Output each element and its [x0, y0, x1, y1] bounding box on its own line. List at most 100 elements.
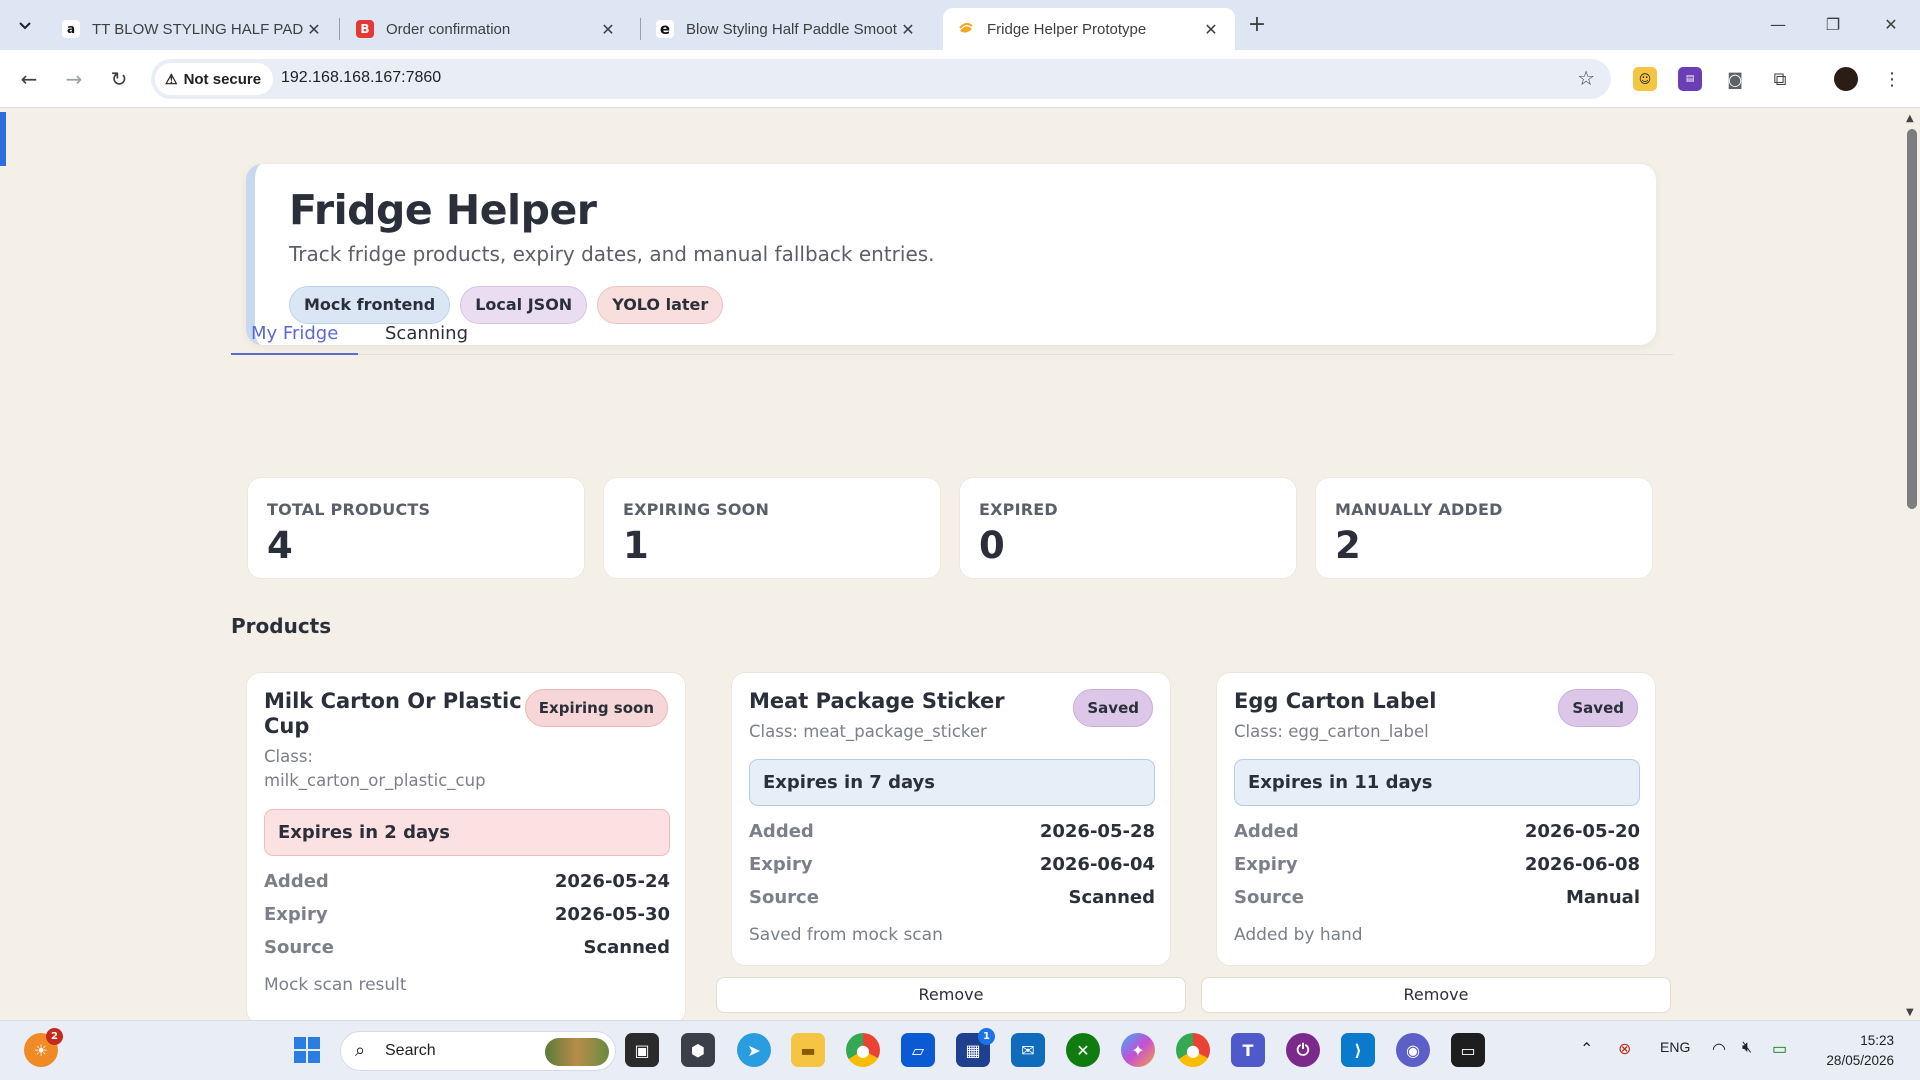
vscode-icon[interactable]: ⟩ — [1341, 1033, 1375, 1067]
tab-my-fridge[interactable]: My Fridge — [231, 323, 359, 355]
wifi-icon[interactable]: ◠ — [1712, 1039, 1726, 1059]
search-icon: ⌕ — [355, 1040, 366, 1061]
info-value: Scanned — [583, 937, 670, 958]
minimize-icon[interactable]: — — [1763, 12, 1793, 38]
scrollbar-thumb[interactable] — [1907, 129, 1917, 509]
app-cube-icon[interactable]: ⬢ — [681, 1033, 715, 1067]
terminal-icon[interactable]: ▭ — [1451, 1033, 1485, 1067]
info-row: Expiry 2026-06-08 — [1234, 854, 1640, 880]
stat-value: 2 — [1335, 524, 1361, 567]
new-tab-icon[interactable]: + — [1243, 12, 1271, 40]
info-row: Expiry 2026-05-30 — [264, 904, 670, 930]
info-row: Added 2026-05-24 — [264, 871, 670, 897]
camera-icon[interactable]: ◙ — [1723, 67, 1747, 91]
file-explorer-icon[interactable]: ▬ — [791, 1033, 825, 1067]
info-row: Expiry 2026-06-04 — [749, 854, 1155, 880]
bookmark-star-icon[interactable]: ☆ — [1577, 66, 1595, 90]
info-row: Source Scanned — [749, 887, 1155, 913]
product-class: Class: meat_package_sticker — [749, 722, 987, 741]
close-tab-icon[interactable]: ✕ — [1201, 20, 1221, 39]
browser-tab[interactable]: e Blow Styling Half Paddle Smoot ✕ — [642, 8, 932, 50]
remove-button[interactable]: Remove — [1201, 977, 1671, 1013]
scroll-up-icon[interactable]: ▲ — [1906, 113, 1914, 124]
product-class-value: milk_carton_or_plastic_cup — [264, 771, 486, 790]
stat-value: 0 — [979, 524, 1005, 567]
start-icon[interactable] — [290, 1033, 324, 1067]
view-tabs: My Fridge Scanning — [231, 315, 1673, 355]
xbox-icon[interactable]: ✕ — [1066, 1033, 1100, 1067]
search-highlight-image — [545, 1038, 609, 1066]
stat-label: TOTAL PRODUCTS — [267, 500, 431, 519]
chat-app-icon[interactable]: ◉ — [1396, 1033, 1430, 1067]
chrome-icon[interactable]: ● — [846, 1033, 880, 1067]
browser-tab-active[interactable]: Fridge Helper Prototype ✕ — [943, 8, 1235, 50]
product-class-label: Class: — [264, 747, 313, 766]
volume-muted-icon[interactable]: 🔇︎ — [1742, 1039, 1752, 1057]
info-row: Added 2026-05-28 — [749, 821, 1155, 847]
stat-card-total: TOTAL PRODUCTS 4 — [247, 477, 585, 579]
teams-icon[interactable]: T — [1231, 1033, 1265, 1067]
address-bar[interactable]: ⚠ Not secure 192.168.168.167:7860 ☆ — [151, 59, 1611, 99]
profile-avatar[interactable] — [1834, 67, 1858, 91]
notification-badge: 2 — [46, 1028, 63, 1045]
info-key: Expiry — [264, 904, 328, 925]
windows-taskbar: ☀ 2 ⌕ Search ▣ ⬢ ➤ ▬ ● ▱ ▦ 1 ✉ ✕ ✦ ● T ⏻… — [0, 1020, 1920, 1080]
system-clock[interactable]: 15:23 28/05/2026 — [1826, 1031, 1894, 1071]
tab-scanning[interactable]: Scanning — [365, 323, 488, 355]
stat-value: 4 — [267, 524, 293, 567]
back-icon[interactable]: ← — [14, 64, 44, 94]
scroll-down-icon[interactable]: ▼ — [1906, 1007, 1914, 1018]
close-tab-icon[interactable]: ✕ — [598, 20, 618, 39]
widgets-icon[interactable]: ☀ 2 — [24, 1028, 63, 1067]
copilot-icon[interactable]: ✦ — [1121, 1033, 1155, 1067]
extension-icon[interactable]: ▤ — [1678, 67, 1702, 91]
stat-card-expiring: EXPIRING SOON 1 — [603, 477, 941, 579]
page-title: Fridge Helper — [289, 186, 597, 234]
power-app-icon[interactable]: ⏻ — [1286, 1033, 1320, 1067]
reload-icon[interactable]: ↻ — [104, 64, 134, 94]
info-key: Source — [749, 887, 819, 908]
tab-title: Blow Styling Half Paddle Smoot — [686, 20, 897, 38]
tab-search-menu-icon[interactable] — [10, 10, 40, 40]
browser-tab[interactable]: a TT BLOW STYLING HALF PADDLE ✕ — [48, 8, 338, 50]
taskbar-search[interactable]: ⌕ Search — [340, 1031, 616, 1071]
restore-icon[interactable]: ❐ — [1818, 12, 1848, 38]
search-label: Search — [385, 1042, 436, 1059]
forward-icon[interactable]: → — [59, 64, 89, 94]
status-badge: Saved — [1558, 689, 1638, 727]
url-text[interactable]: 192.168.168.167:7860 — [281, 69, 441, 87]
tray-overflow-icon[interactable]: ⌃ — [1580, 1039, 1593, 1059]
outlook-icon[interactable]: ✉ — [1011, 1033, 1045, 1067]
browser-tab[interactable]: B Order confirmation ✕ — [342, 8, 632, 50]
chrome-profile-icon[interactable]: ● — [1176, 1033, 1210, 1067]
clock-date: 28/05/2026 — [1826, 1053, 1894, 1068]
info-row: Source Scanned — [264, 937, 670, 963]
expiry-banner: Expires in 11 days — [1234, 759, 1640, 806]
security-label: Not secure — [183, 70, 262, 88]
page-subtitle: Track fridge products, expiry dates, and… — [289, 242, 935, 266]
info-row: Added 2026-05-20 — [1234, 821, 1640, 847]
close-window-icon[interactable]: ✕ — [1876, 12, 1906, 38]
security-chip[interactable]: ⚠ Not secure — [155, 63, 274, 95]
stat-label: MANUALLY ADDED — [1335, 500, 1503, 519]
close-tab-icon[interactable]: ✕ — [304, 20, 324, 39]
battery-icon[interactable]: ▭ — [1772, 1039, 1787, 1059]
more-menu-icon[interactable]: ⋮ — [1880, 67, 1904, 91]
office-app-icon[interactable]: ▱ — [901, 1033, 935, 1067]
task-view-icon[interactable]: ▣ — [625, 1033, 659, 1067]
extensions-puzzle-icon[interactable]: ⧉ — [1768, 67, 1792, 91]
security-status-icon[interactable]: ⊗ — [1618, 1039, 1631, 1059]
product-name: Meat Package Sticker — [749, 689, 1005, 713]
info-value: 2026-05-28 — [1039, 821, 1155, 842]
remove-button[interactable]: Remove — [716, 977, 1186, 1013]
close-tab-icon[interactable]: ✕ — [898, 20, 918, 39]
info-value: Manual — [1565, 887, 1640, 908]
page-scrollbar[interactable]: ▲ ▼ — [1904, 109, 1920, 1020]
store-icon[interactable]: ▦ 1 — [956, 1028, 995, 1067]
telegram-icon[interactable]: ➤ — [737, 1033, 771, 1067]
edge-icon: e — [656, 20, 674, 38]
language-indicator[interactable]: ENG — [1660, 1039, 1690, 1055]
extension-icon[interactable]: ☺ — [1633, 67, 1657, 91]
products-heading: Products — [231, 614, 332, 638]
product-name: Milk Carton Or Plastic Cup — [264, 689, 522, 738]
